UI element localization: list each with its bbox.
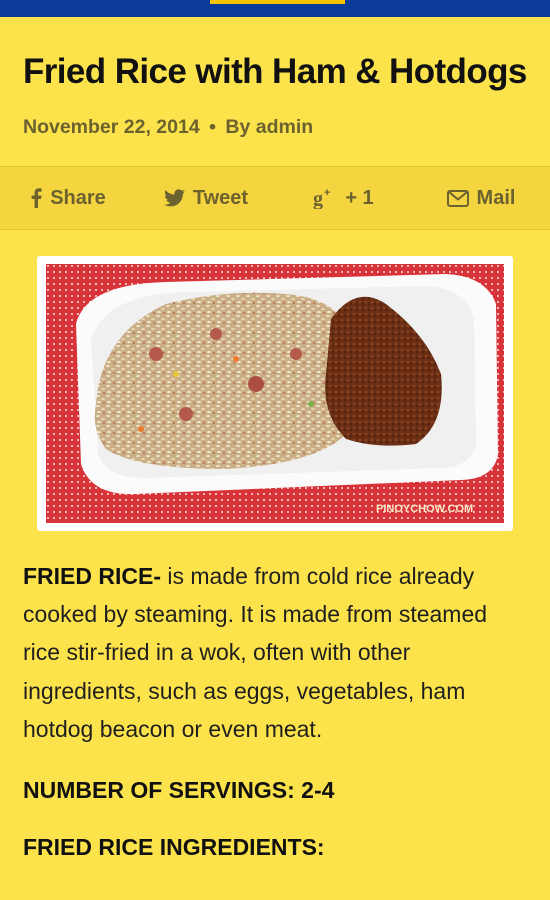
post-author[interactable]: By admin [225,116,313,138]
intro-paragraph: FRIED RICE- is made from cold rice alrea… [23,557,527,748]
svg-text:+: + [324,187,330,199]
post-date: November 22, 2014 [23,116,200,138]
article-image-frame: PINOYCHOW.COM [37,256,513,531]
twitter-icon [163,189,185,207]
servings-heading: NUMBER OF SERVINGS: 2-4 [23,777,335,804]
article-body: FRIED RICE- is made from cold rice alrea… [0,531,550,866]
intro-term: FRIED RICE- [23,563,161,589]
share-bar: Share Tweet g + + 1 Mail [0,166,550,230]
google-plus-share-label: + 1 [345,186,374,209]
fried-rice-photo-art: PINOYCHOW.COM [46,264,504,523]
top-app-bar [0,0,550,17]
post-meta: November 22, 2014 • By admin [23,116,527,146]
facebook-share-button[interactable]: Share [0,167,137,229]
svg-text:g: g [313,188,323,209]
ingredients-heading: FRIED RICE INGREDIENTS: [23,834,325,861]
post-title: Fried Rice with Ham & Hotdogs [23,52,527,91]
mail-share-button[interactable]: Mail [412,167,550,229]
intro-text: is made from cold rice already cooked by… [23,563,488,742]
facebook-share-label: Share [50,186,106,209]
mail-share-label: Mail [476,186,516,209]
facebook-icon [31,188,42,208]
twitter-share-button[interactable]: Tweet [137,167,275,229]
google-plus-share-button[interactable]: g + + 1 [275,167,412,229]
envelope-icon [446,189,469,207]
meta-separator: • [209,116,216,138]
fried-rice-photo[interactable]: PINOYCHOW.COM [46,264,504,523]
google-plus-icon: g + [313,187,330,209]
twitter-share-label: Tweet [192,186,249,209]
post-header: Fried Rice with Ham & Hotdogs November 2… [0,17,550,146]
image-watermark: PINOYCHOW.COM [376,503,473,515]
